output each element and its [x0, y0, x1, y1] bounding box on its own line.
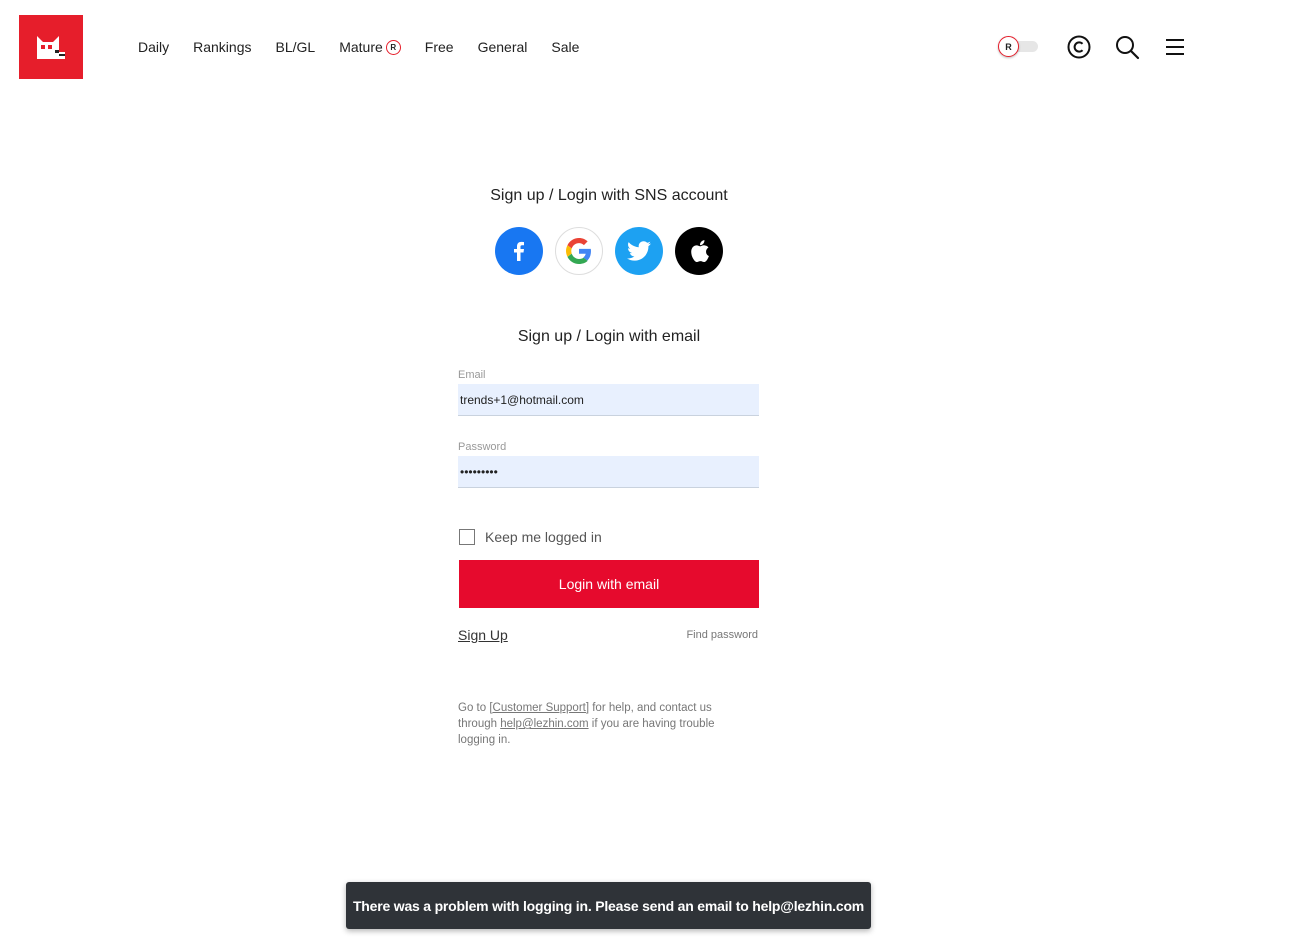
keep-logged-in-checkbox[interactable] [459, 529, 475, 545]
email-field[interactable] [458, 384, 759, 416]
apple-login-button[interactable] [675, 227, 723, 275]
nav-rankings-label: Rankings [193, 39, 252, 55]
twitter-icon [627, 241, 651, 261]
email-label: Email [458, 369, 486, 381]
help-text: Go to [Customer Support] for help, and c… [458, 700, 748, 748]
cat-logo-icon [37, 36, 65, 59]
main-nav: Daily Rankings BL/GL Mature R Free Gener… [138, 38, 603, 56]
keep-logged-in[interactable]: Keep me logged in [459, 529, 602, 545]
password-field[interactable] [458, 456, 759, 488]
nav-free[interactable]: Free [425, 38, 454, 56]
error-toast: There was a problem with logging in. Ple… [346, 882, 871, 929]
facebook-login-button[interactable] [495, 227, 543, 275]
logo[interactable] [19, 15, 83, 79]
sign-up-link[interactable]: Sign Up [458, 627, 508, 643]
password-label: Password [458, 441, 507, 453]
google-icon [566, 238, 591, 264]
nav-bl-gl-label: BL/GL [275, 39, 316, 55]
help-email-link[interactable]: help@lezhin.com [500, 718, 588, 730]
email-login-title: Sign up / Login with email [517, 328, 701, 345]
sns-buttons [495, 227, 735, 275]
apple-icon [691, 240, 709, 263]
nav-general[interactable]: General [478, 38, 528, 56]
hamburger-menu-icon[interactable] [1162, 34, 1188, 60]
mature-content-toggle[interactable]: R [998, 36, 1040, 58]
nav-daily[interactable]: Daily [138, 38, 169, 56]
help-prefix: Go to [458, 702, 490, 714]
nav-mature[interactable]: Mature R [339, 38, 401, 56]
nav-rankings[interactable]: Rankings [193, 38, 251, 56]
nav-mature-label: Mature [339, 39, 383, 55]
facebook-icon [514, 241, 524, 261]
customer-support-link[interactable]: [Customer Support] [489, 702, 589, 714]
nav-sale-label: Sale [551, 39, 580, 55]
nav-sale[interactable]: Sale [551, 38, 579, 56]
search-icon[interactable] [1114, 34, 1140, 60]
google-login-button[interactable] [555, 227, 603, 275]
error-toast-message: There was a problem with logging in. Ple… [352, 897, 865, 914]
find-password-link[interactable]: Find password [686, 629, 758, 641]
twitter-login-button[interactable] [615, 227, 663, 275]
mature-rating-badge: R [385, 39, 401, 55]
sns-login-title: Sign up / Login with SNS account [490, 187, 728, 204]
nav-general-label: General [477, 39, 528, 55]
toggle-knob: R [998, 36, 1019, 57]
login-with-email-button[interactable]: Login with email [459, 560, 759, 608]
keep-logged-in-label: Keep me logged in [485, 529, 602, 545]
nav-daily-label: Daily [138, 39, 170, 55]
copyright-icon[interactable] [1066, 34, 1092, 60]
nav-free-label: Free [424, 39, 454, 55]
nav-bl-gl[interactable]: BL/GL [276, 38, 316, 56]
